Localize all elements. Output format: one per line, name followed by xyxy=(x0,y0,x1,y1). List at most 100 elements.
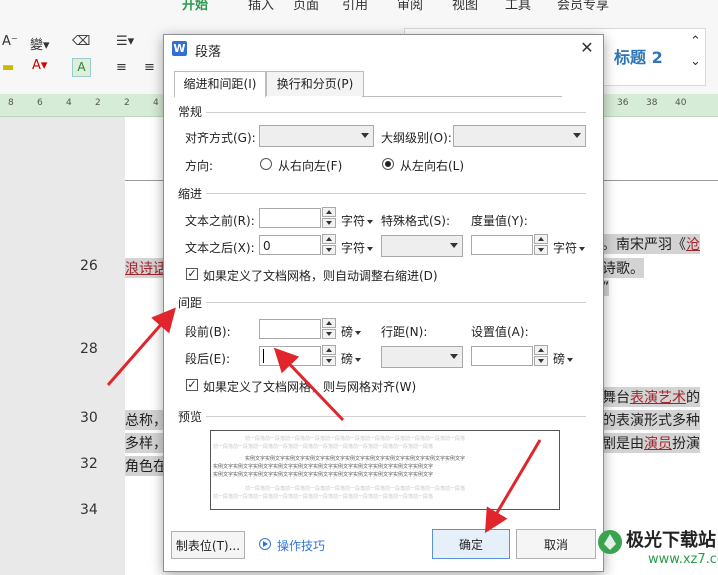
watermark-logo-icon xyxy=(598,530,622,554)
align-left-icon[interactable]: ≡ xyxy=(116,60,127,75)
play-circle-icon[interactable] xyxy=(259,538,271,550)
doc-link[interactable]: 浪诗话 xyxy=(125,261,167,277)
direction-label: 方向: xyxy=(185,159,214,173)
snap-to-grid-label[interactable]: 如果定义了文档网格，则与网格对齐(W) xyxy=(203,378,416,395)
preview-sample-text: 实例文字实例文字实例文字实例文字实例文字实例文字实例文字实例文字实例文字实例文字… xyxy=(245,456,466,462)
tab-review[interactable]: 审阅 xyxy=(397,0,423,12)
alignment-select[interactable] xyxy=(259,125,374,147)
dialog-title-bar[interactable]: W 段落 ✕ xyxy=(164,35,603,63)
chevron-down-icon xyxy=(567,357,574,362)
chevron-down-icon[interactable]: ⌄ xyxy=(690,54,701,69)
align-center-icon[interactable]: ≡ xyxy=(144,60,155,75)
line-spacing-label: 行距(N): xyxy=(381,325,428,339)
eraser-icon[interactable]: ⌫ xyxy=(72,34,90,49)
preview-previous-paragraph: 前一段落前一段落前一段落前一段落前一段落前一段落前一段落前一段落前一段落前一段落… xyxy=(245,436,466,442)
highlight-icon[interactable]: ▬ xyxy=(2,60,14,75)
ruler-tick-label: 4 xyxy=(66,98,72,108)
font-color-icon[interactable]: A▾ xyxy=(32,58,47,73)
auto-right-indent-label[interactable]: 如果定义了文档网格，则自动调整右缩进(D) xyxy=(203,267,438,284)
chevron-down-icon xyxy=(367,219,374,224)
indent-after-unit[interactable]: 字符 xyxy=(341,239,374,256)
doc-text-line: 。南宋严羽《沧 xyxy=(602,234,700,254)
ltr-radio[interactable] xyxy=(382,158,394,170)
setting-value-unit[interactable]: 磅 xyxy=(553,350,574,367)
doc-link[interactable]: 表演艺术 xyxy=(630,390,686,406)
text-cursor xyxy=(263,349,264,363)
tab-home[interactable]: 开始 xyxy=(182,0,208,12)
preview-next-paragraph: 前一段落前一段落前一段落前一段落前一段落前一段落前一段落前一段落前一段落前一段落… xyxy=(213,494,434,500)
doc-link[interactable]: 演员 xyxy=(644,436,672,452)
spin-down-icon[interactable] xyxy=(322,329,336,339)
chevron-down-icon xyxy=(355,330,362,335)
spin-up-icon[interactable] xyxy=(322,207,336,217)
ruler-tick-label: 38 xyxy=(646,98,658,108)
spin-down-icon[interactable] xyxy=(322,245,336,255)
ok-button[interactable]: 确定 xyxy=(432,529,510,559)
space-before-input[interactable] xyxy=(259,319,321,339)
spin-up-icon[interactable] xyxy=(534,345,548,355)
preview-sample-text: 实例文字实例文字实例文字实例文字实例文字实例文字实例文字实例文字实例文字实例文字… xyxy=(213,472,434,478)
spin-down-icon[interactable] xyxy=(322,356,336,366)
spin-up-icon[interactable] xyxy=(322,345,336,355)
section-indent-label: 缩进 xyxy=(178,185,207,202)
style-heading-2[interactable]: 标题 2 xyxy=(614,44,663,68)
space-before-stepper[interactable] xyxy=(322,318,336,340)
spin-down-icon[interactable] xyxy=(534,356,548,366)
indent-before-stepper[interactable] xyxy=(322,207,336,229)
space-after-input[interactable] xyxy=(259,346,321,366)
space-before-unit[interactable]: 磅 xyxy=(341,323,362,340)
section-divider xyxy=(178,302,586,303)
setting-value-label: 设置值(A): xyxy=(471,325,529,339)
indent-before-unit[interactable]: 字符 xyxy=(341,212,374,229)
spin-up-icon[interactable] xyxy=(322,234,336,244)
char-shading-icon[interactable]: A xyxy=(72,58,91,77)
chevron-down-icon xyxy=(579,246,586,251)
setting-value-input[interactable] xyxy=(471,346,533,366)
auto-right-indent-checkbox[interactable]: ✓ xyxy=(186,268,198,280)
section-spacing-label: 间距 xyxy=(178,294,207,311)
outline-level-select[interactable] xyxy=(453,125,586,147)
special-format-select[interactable] xyxy=(381,235,463,257)
tab-stops-button[interactable]: 制表位(T)... xyxy=(171,531,245,559)
line-spacing-select[interactable] xyxy=(381,346,463,368)
measure-unit[interactable]: 字符 xyxy=(553,239,586,256)
tips-link[interactable]: 操作技巧 xyxy=(277,537,325,554)
alignment-label: 对齐方式(G): xyxy=(185,131,256,145)
doc-link[interactable]: 沧 xyxy=(686,237,700,253)
tab-membership[interactable]: 会员专享 xyxy=(557,0,609,12)
chevron-up-icon[interactable]: ⌃ xyxy=(690,34,701,49)
snap-to-grid-checkbox[interactable]: ✓ xyxy=(186,379,198,391)
tab-insert[interactable]: 插入 xyxy=(248,0,274,12)
phonetic-guide-icon[interactable]: 變▾ xyxy=(30,34,50,53)
indent-before-input[interactable] xyxy=(259,208,321,228)
tab-tools[interactable]: 工具 xyxy=(505,0,531,12)
tab-references[interactable]: 引用 xyxy=(342,0,368,12)
space-after-label: 段后(E): xyxy=(185,352,230,366)
section-general-label: 常规 xyxy=(178,103,207,120)
measure-stepper[interactable] xyxy=(534,234,548,256)
spin-up-icon[interactable] xyxy=(534,234,548,244)
ltr-label[interactable]: 从左向右(L) xyxy=(400,157,464,174)
setting-value-stepper[interactable] xyxy=(534,345,548,367)
close-icon[interactable]: ✕ xyxy=(578,39,596,57)
space-after-stepper[interactable] xyxy=(322,345,336,367)
tab-view[interactable]: 视图 xyxy=(452,0,478,12)
ruler-tick-label: 8 xyxy=(8,98,14,108)
space-after-unit[interactable]: 磅 xyxy=(341,350,362,367)
list-icon[interactable]: ☰▾ xyxy=(116,34,134,49)
rtl-label[interactable]: 从右向左(F) xyxy=(278,157,342,174)
indent-after-stepper[interactable] xyxy=(322,234,336,256)
cancel-button[interactable]: 取消 xyxy=(516,529,596,559)
indent-after-input[interactable]: 0 xyxy=(259,235,321,255)
tab-line-page-breaks[interactable]: 换行和分页(P) xyxy=(266,71,364,96)
doc-text-line: 角色在 xyxy=(125,456,167,476)
spin-up-icon[interactable] xyxy=(322,318,336,328)
measure-input[interactable] xyxy=(471,235,533,255)
line-number: 34 xyxy=(80,502,98,518)
spin-down-icon[interactable] xyxy=(322,218,336,228)
spin-down-icon[interactable] xyxy=(534,245,548,255)
font-size-icon[interactable]: A⁻ xyxy=(2,34,18,49)
rtl-radio[interactable] xyxy=(260,158,272,170)
tab-page[interactable]: 页面 xyxy=(293,0,319,12)
tab-indent-spacing[interactable]: 缩进和间距(I) xyxy=(174,71,266,97)
